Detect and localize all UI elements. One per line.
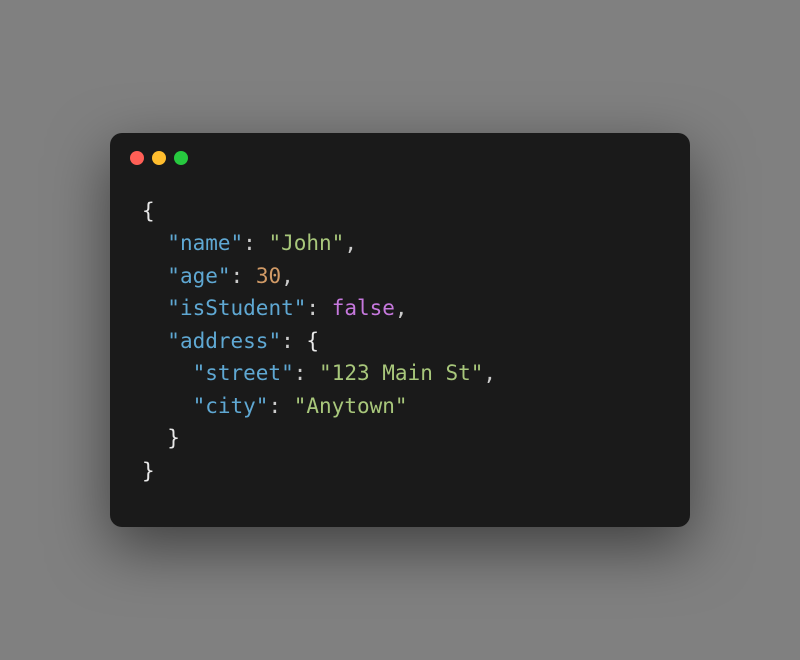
json-value-street: "123 Main St" bbox=[319, 361, 483, 385]
json-key-name: "name" bbox=[167, 231, 243, 255]
json-value-age: 30 bbox=[256, 264, 281, 288]
titlebar bbox=[110, 133, 690, 175]
minimize-icon[interactable] bbox=[152, 151, 166, 165]
brace-open: { bbox=[142, 199, 155, 223]
brace-close-nested: } bbox=[167, 426, 180, 450]
json-key-address: "address" bbox=[167, 329, 281, 353]
code-window: { "name": "John", "age": 30, "isStudent"… bbox=[110, 133, 690, 528]
json-key-street: "street" bbox=[193, 361, 294, 385]
json-key-isstudent: "isStudent" bbox=[167, 296, 306, 320]
json-value-name: "John" bbox=[268, 231, 344, 255]
json-value-city: "Anytown" bbox=[294, 394, 408, 418]
brace-open-nested: { bbox=[306, 329, 319, 353]
json-key-age: "age" bbox=[167, 264, 230, 288]
json-value-isstudent: false bbox=[332, 296, 395, 320]
maximize-icon[interactable] bbox=[174, 151, 188, 165]
close-icon[interactable] bbox=[130, 151, 144, 165]
code-block: { "name": "John", "age": 30, "isStudent"… bbox=[110, 175, 690, 498]
json-key-city: "city" bbox=[193, 394, 269, 418]
brace-close: } bbox=[142, 459, 155, 483]
